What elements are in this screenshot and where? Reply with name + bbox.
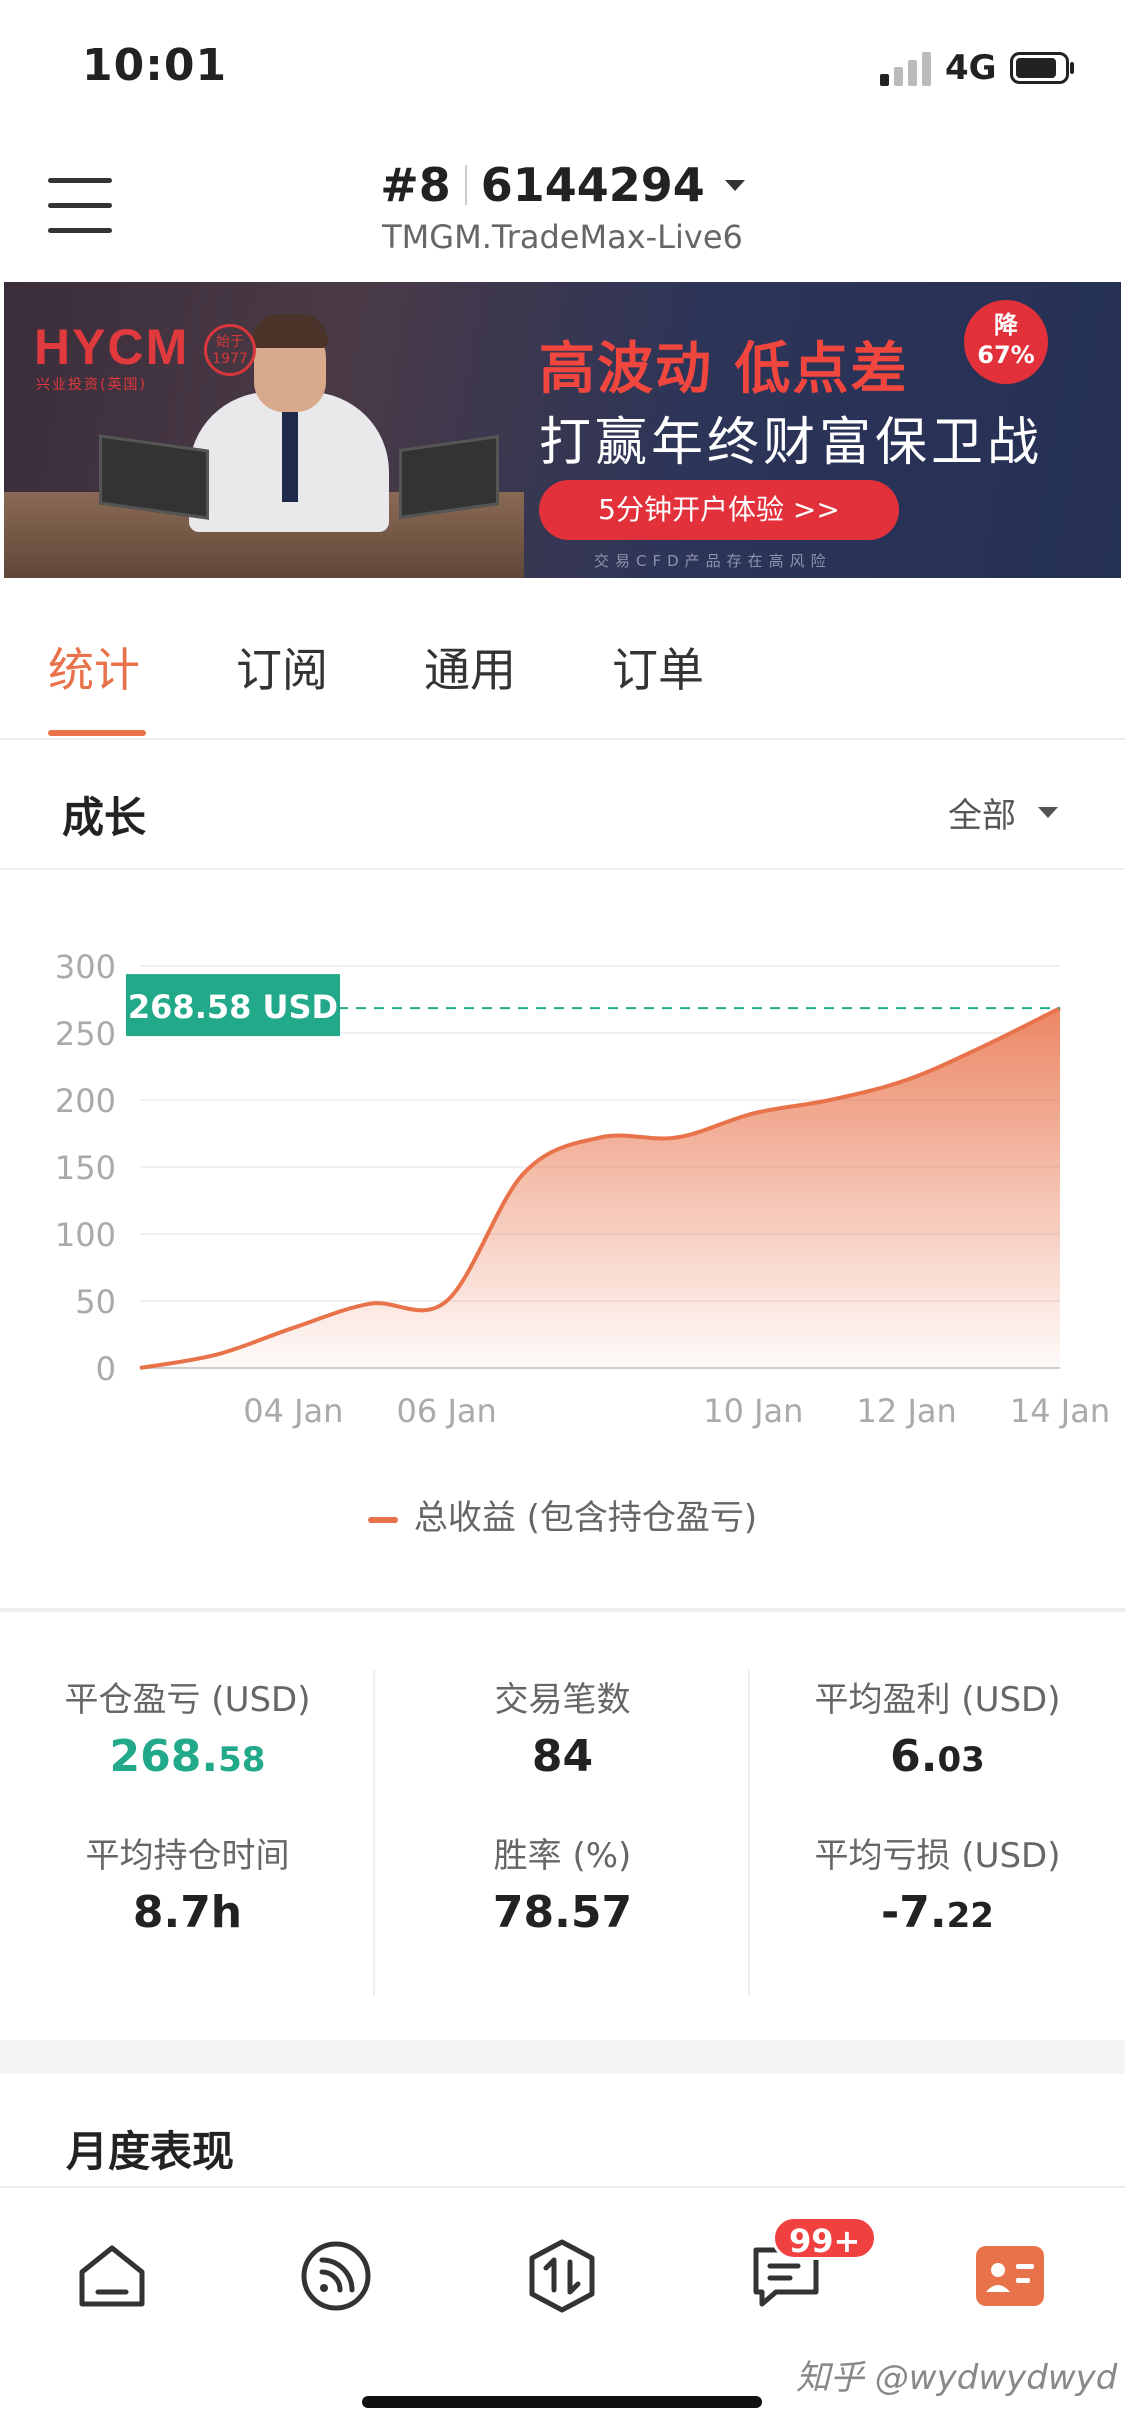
legend-swatch — [367, 1516, 398, 1523]
banner-risk-note: 交易CFD产品存在高风险 — [594, 552, 832, 570]
home-indicator[interactable] — [362, 2396, 762, 2408]
banner-title: 高波动 低点差 — [539, 337, 909, 402]
stat-value: 84 — [531, 1731, 594, 1782]
status-time: 10:01 — [82, 40, 228, 91]
chart-legend: 总收益 (包含持仓盈亏) — [0, 1490, 1125, 1539]
banner-seal: 始于 1977 — [204, 324, 256, 376]
account-selector: #8 6144294 TMGM.TradeMax-Live6 — [0, 158, 1125, 256]
stat-value: 78.57 — [492, 1887, 633, 1938]
stat-label: 平均盈利 (USD) — [814, 1680, 1061, 1720]
stat-avg-hold-time: 平均持仓时间 8.7h — [0, 1828, 375, 1938]
y-tick-label: 100 — [55, 1216, 116, 1254]
tab-orders[interactable]: 订单 — [612, 634, 704, 700]
growth-title: 成长 — [62, 793, 147, 842]
network-label: 4G — [945, 48, 997, 88]
y-tick-label: 150 — [55, 1149, 116, 1187]
status-bar: 10:01 4G — [0, 0, 1125, 140]
stat-value: -7.22 — [881, 1887, 994, 1938]
stat-closed-pnl: 平仓盈亏 (USD) 268.58 — [0, 1672, 375, 1782]
stat-avg-profit: 平均盈利 (USD) 6.03 — [750, 1672, 1125, 1782]
growth-range-dropdown[interactable]: 全部 — [948, 788, 1058, 837]
growth-header: 成长 全部 — [0, 744, 1125, 870]
active-tab-indicator — [48, 730, 146, 736]
app-header: #8 6144294 TMGM.TradeMax-Live6 — [0, 140, 1125, 280]
stat-value: 6.03 — [890, 1731, 985, 1782]
banner-logo: HYCM — [34, 319, 190, 375]
y-tick-label: 200 — [55, 1082, 116, 1120]
trade-icon[interactable] — [522, 2236, 602, 2316]
section-gap — [0, 2040, 1125, 2074]
stat-label: 交易笔数 — [494, 1680, 631, 1720]
account-switcher[interactable]: #8 6144294 — [380, 158, 745, 212]
stat-value: 8.7h — [132, 1887, 243, 1938]
stat-win-rate: 胜率 (%) 78.57 — [375, 1828, 750, 1938]
growth-chart-svg: 0 50 100 150 200 250 300 04 Jan 06 Jan 10 Jan 12 J… — [55, 948, 1110, 1430]
banner-subtitle: 打赢年终财富保卫战 — [539, 413, 1044, 473]
stat-value: 268.58 — [109, 1731, 266, 1782]
caret-down-icon — [724, 179, 745, 191]
laptop-graphic — [399, 434, 499, 520]
x-tick-label: 04 Jan — [243, 1392, 343, 1430]
promo-banner[interactable]: HYCM 兴业投资(英国) 始于 1977 高波动 低点差 打赢年终财富保卫战 … — [4, 282, 1121, 578]
y-tick-label: 250 — [55, 1015, 116, 1053]
messages-count-badge: 99+ — [772, 2216, 878, 2260]
stat-label: 平均亏损 (USD) — [814, 1836, 1061, 1876]
home-icon[interactable] — [72, 2236, 152, 2316]
legend-label: 总收益 (包含持仓盈亏) — [413, 1498, 758, 1538]
y-tick-label: 0 — [96, 1350, 116, 1388]
x-tick-label: 10 Jan — [703, 1392, 803, 1430]
x-tick-label: 14 Jan — [1010, 1392, 1110, 1430]
caret-down-icon — [1038, 807, 1058, 818]
battery-icon — [1010, 52, 1074, 84]
banner-discount-badge: 降 67% — [964, 300, 1048, 384]
stat-trade-count: 交易笔数 84 — [375, 1672, 750, 1782]
x-tick-label: 12 Jan — [857, 1392, 957, 1430]
watermark: 知乎 @wydwydwyd — [796, 2358, 1118, 2398]
tab-subscribe[interactable]: 订阅 — [236, 634, 328, 700]
growth-chart: 0 50 100 150 200 250 300 04 Jan 06 Jan 10 Jan 12 J… — [0, 870, 1125, 1610]
y-tick-label: 300 — [55, 948, 116, 986]
banner-cta-button[interactable]: 5分钟开户体验 >> — [539, 480, 899, 540]
account-rank: #8 — [380, 158, 451, 212]
signal-icon — [880, 52, 931, 86]
account-separator — [464, 165, 467, 205]
current-value-label: 268.58 USD — [128, 988, 338, 1026]
monthly-section: 月度表现 — [0, 2074, 1125, 2186]
stats-grid: 平仓盈亏 (USD) 268.58 交易笔数 84 平均盈利 (USD) 6.0… — [0, 1610, 1125, 2040]
banner-logo-sub: 兴业投资(英国) — [36, 377, 147, 393]
stat-label: 平均持仓时间 — [85, 1836, 290, 1876]
y-tick-label: 50 — [75, 1283, 116, 1321]
feed-icon[interactable] — [296, 2236, 376, 2316]
tab-bar: 统计 订阅 通用 订单 — [0, 578, 1125, 740]
account-server: TMGM.TradeMax-Live6 — [382, 218, 743, 256]
tab-general[interactable]: 通用 — [424, 634, 516, 700]
stat-label: 平仓盈亏 (USD) — [64, 1680, 311, 1720]
growth-range-value: 全部 — [948, 796, 1016, 836]
stat-avg-loss: 平均亏损 (USD) -7.22 — [750, 1828, 1125, 1938]
x-tick-label: 06 Jan — [397, 1392, 497, 1430]
series-area — [140, 1008, 1060, 1368]
monthly-title: 月度表现 — [66, 2127, 235, 2176]
tab-stats[interactable]: 统计 — [48, 634, 140, 700]
account-id: 6144294 — [480, 158, 705, 212]
profile-card-icon[interactable] — [970, 2236, 1050, 2316]
stat-label: 胜率 (%) — [493, 1836, 632, 1876]
